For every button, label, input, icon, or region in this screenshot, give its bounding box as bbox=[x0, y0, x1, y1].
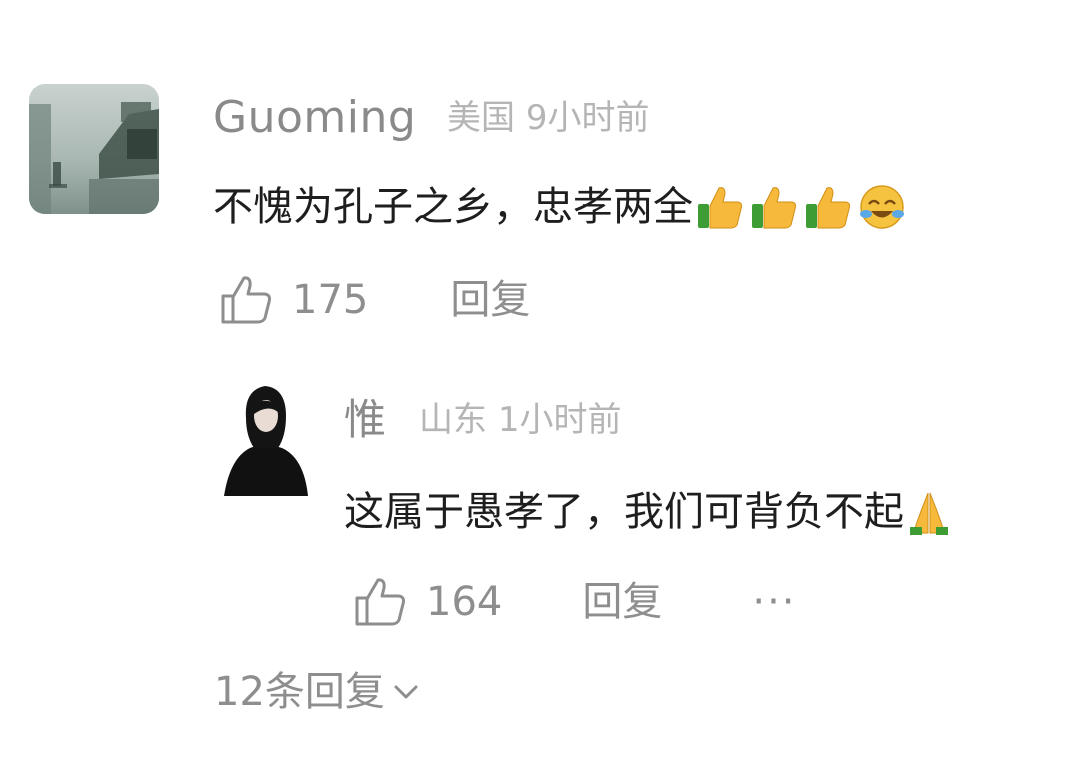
thumbs-up-icon bbox=[806, 187, 851, 229]
comment-meta: 美国 9小时前 bbox=[447, 96, 649, 140]
comment-username[interactable]: Guoming bbox=[213, 92, 416, 144]
like-count: 164 bbox=[426, 579, 503, 625]
like-count: 175 bbox=[292, 277, 369, 323]
reply-time: 1小时前 bbox=[497, 400, 622, 440]
comment-time: 9小时前 bbox=[525, 98, 650, 138]
reply-actions: 164 回复 ··· bbox=[352, 574, 797, 630]
folded-hands-icon bbox=[910, 492, 948, 535]
more-options-button[interactable]: ··· bbox=[752, 574, 796, 630]
view-replies-button[interactable]: 12条回复 bbox=[214, 666, 423, 718]
comment-thread: Guoming 美国 9小时前 不愧为孔子之乡，忠孝两全 175 回复 惟 山东… bbox=[0, 0, 1080, 768]
thumbs-up-icon bbox=[752, 187, 797, 229]
thumbs-up-outline-icon[interactable] bbox=[218, 272, 274, 328]
reply-username[interactable]: 惟 bbox=[344, 394, 386, 446]
reply-meta: 山东 1小时前 bbox=[419, 398, 621, 442]
avatar[interactable] bbox=[220, 378, 312, 496]
reply-location: 山东 bbox=[419, 400, 487, 440]
chevron-down-icon bbox=[394, 685, 418, 699]
comment-emojis bbox=[695, 182, 907, 232]
comment-actions: 175 回复 bbox=[218, 272, 530, 328]
reply-button[interactable]: 回复 bbox=[582, 574, 662, 630]
reply-text-row: 这属于愚孝了，我们可背负不起 bbox=[344, 486, 954, 538]
reply-button[interactable]: 回复 bbox=[450, 272, 530, 328]
comment-text: 不愧为孔子之乡，忠孝两全 bbox=[213, 184, 693, 230]
view-replies-label: 12条回复 bbox=[214, 669, 385, 715]
thumbs-up-outline-icon[interactable] bbox=[352, 574, 408, 630]
comment-location: 美国 bbox=[447, 98, 515, 138]
thumbs-up-icon bbox=[698, 187, 743, 229]
reply-text: 这属于愚孝了，我们可背负不起 bbox=[344, 489, 904, 535]
comment-text-row: 不愧为孔子之乡，忠孝两全 bbox=[213, 181, 907, 233]
crying-laughing-icon bbox=[860, 185, 904, 229]
avatar[interactable] bbox=[29, 84, 159, 214]
